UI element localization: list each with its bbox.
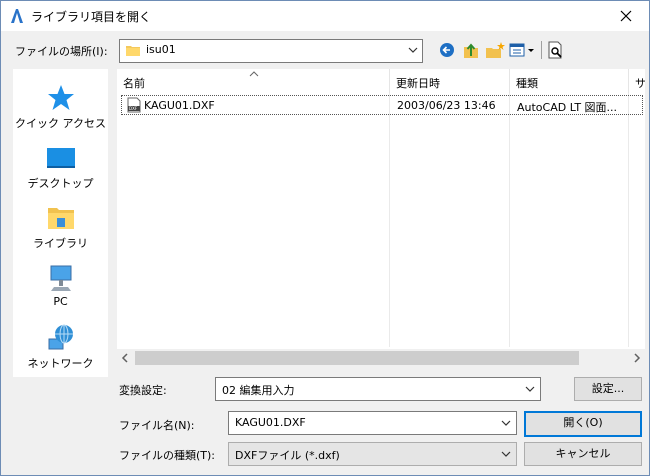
- column-divider: [389, 93, 390, 347]
- column-type-label: 種類: [516, 77, 538, 90]
- location-combobox[interactable]: isu01: [119, 39, 423, 63]
- settings-button[interactable]: 設定...: [574, 377, 642, 401]
- up-folder-button[interactable]: [461, 39, 481, 61]
- column-header-name[interactable]: 名前: [117, 69, 390, 93]
- conversion-value: 02 編集用入力: [222, 384, 295, 397]
- filename-value: KAGU01.DXF: [235, 416, 306, 429]
- column-header-modified[interactable]: 更新日時: [390, 69, 510, 93]
- filetype-select[interactable]: DXFファイル (*.dxf): [228, 442, 517, 466]
- scroll-right-icon[interactable]: [633, 351, 641, 365]
- preview-button[interactable]: [546, 39, 566, 61]
- place-library[interactable]: ライブラリ: [13, 199, 108, 257]
- filetype-value: DXFファイル (*.dxf): [235, 449, 340, 462]
- dialog-title: ライブラリ項目を開く: [31, 10, 152, 24]
- chevron-down-icon: [501, 420, 511, 426]
- dxf-file-icon: DXF: [127, 97, 141, 113]
- filename-label: ファイル名(N):: [119, 419, 195, 432]
- conversion-label: 変換設定:: [119, 384, 167, 397]
- file-list[interactable]: 名前 更新日時 種類 サ DXF KAGU01.DXF 2003/06/23 1…: [117, 69, 645, 367]
- column-size-label: サ: [635, 77, 645, 90]
- place-label: デスクトップ: [27, 177, 94, 190]
- pc-icon: [50, 265, 71, 291]
- scroll-thumb[interactable]: [135, 351, 579, 365]
- sort-ascending-icon: [249, 71, 259, 77]
- place-network[interactable]: ネットワーク: [13, 319, 108, 377]
- library-folder-icon: [47, 208, 74, 229]
- location-label: ファイルの場所(I):: [15, 45, 108, 58]
- preview-magnifier-icon: [548, 41, 562, 59]
- file-row[interactable]: DXF KAGU01.DXF 2003/06/23 13:46 AutoCAD …: [121, 95, 643, 115]
- column-header-size[interactable]: サ: [629, 69, 645, 93]
- folder-icon: [126, 46, 140, 56]
- desktop-icon: [46, 148, 75, 168]
- chevron-down-icon: [525, 386, 535, 392]
- chevron-down-icon: [408, 47, 418, 53]
- column-header-type[interactable]: 種類: [510, 69, 629, 93]
- location-value: isu01: [146, 43, 176, 56]
- new-folder-button[interactable]: [484, 39, 506, 61]
- view-menu-icon: [509, 43, 534, 57]
- quick-access-star-icon: [47, 85, 74, 110]
- place-label: クイック アクセス: [15, 117, 106, 130]
- filename-input[interactable]: KAGU01.DXF: [228, 411, 517, 435]
- chevron-down-icon: [501, 451, 511, 457]
- place-pc[interactable]: PC: [13, 259, 108, 317]
- app-icon: [11, 9, 23, 23]
- place-desktop[interactable]: デスクトップ: [13, 139, 108, 197]
- cancel-button[interactable]: キャンセル: [524, 442, 642, 466]
- title-bar: ライブラリ項目を開く: [1, 1, 649, 31]
- toolbar-separator: [541, 41, 542, 59]
- place-label: ライブラリ: [33, 237, 88, 250]
- scroll-left-icon[interactable]: [121, 351, 129, 365]
- up-folder-icon: [464, 43, 478, 58]
- view-menu-button[interactable]: [508, 39, 536, 61]
- close-icon: [620, 10, 632, 22]
- new-folder-icon: [486, 42, 505, 58]
- network-globe-icon: [48, 324, 73, 350]
- close-button[interactable]: [603, 1, 649, 31]
- column-modified-label: 更新日時: [396, 77, 440, 90]
- conversion-select[interactable]: 02 編集用入力: [215, 377, 541, 401]
- place-label: ネットワーク: [27, 357, 94, 370]
- place-quick-access[interactable]: クイック アクセス: [13, 79, 108, 137]
- open-library-dialog: ライブラリ項目を開く ファイルの場所(I): isu01 クイック アクセス デ…: [0, 0, 650, 476]
- back-arrow-icon: [440, 43, 454, 57]
- horizontal-scrollbar[interactable]: [117, 349, 645, 367]
- open-button[interactable]: 開く(O): [524, 411, 642, 437]
- column-divider: [628, 93, 629, 347]
- svg-text:DXF: DXF: [129, 106, 138, 111]
- file-name: KAGU01.DXF: [144, 99, 215, 112]
- places-bar: クイック アクセス デスクトップ ライブラリ PC ネットワーク: [13, 69, 108, 377]
- column-divider: [509, 93, 510, 347]
- place-label: PC: [53, 295, 68, 308]
- column-name-label: 名前: [123, 77, 145, 90]
- back-button[interactable]: [437, 39, 457, 61]
- file-modified: 2003/06/23 13:46: [397, 99, 496, 112]
- filetype-label: ファイルの種類(T):: [119, 449, 216, 462]
- file-type: AutoCAD LT 図面...: [517, 101, 618, 114]
